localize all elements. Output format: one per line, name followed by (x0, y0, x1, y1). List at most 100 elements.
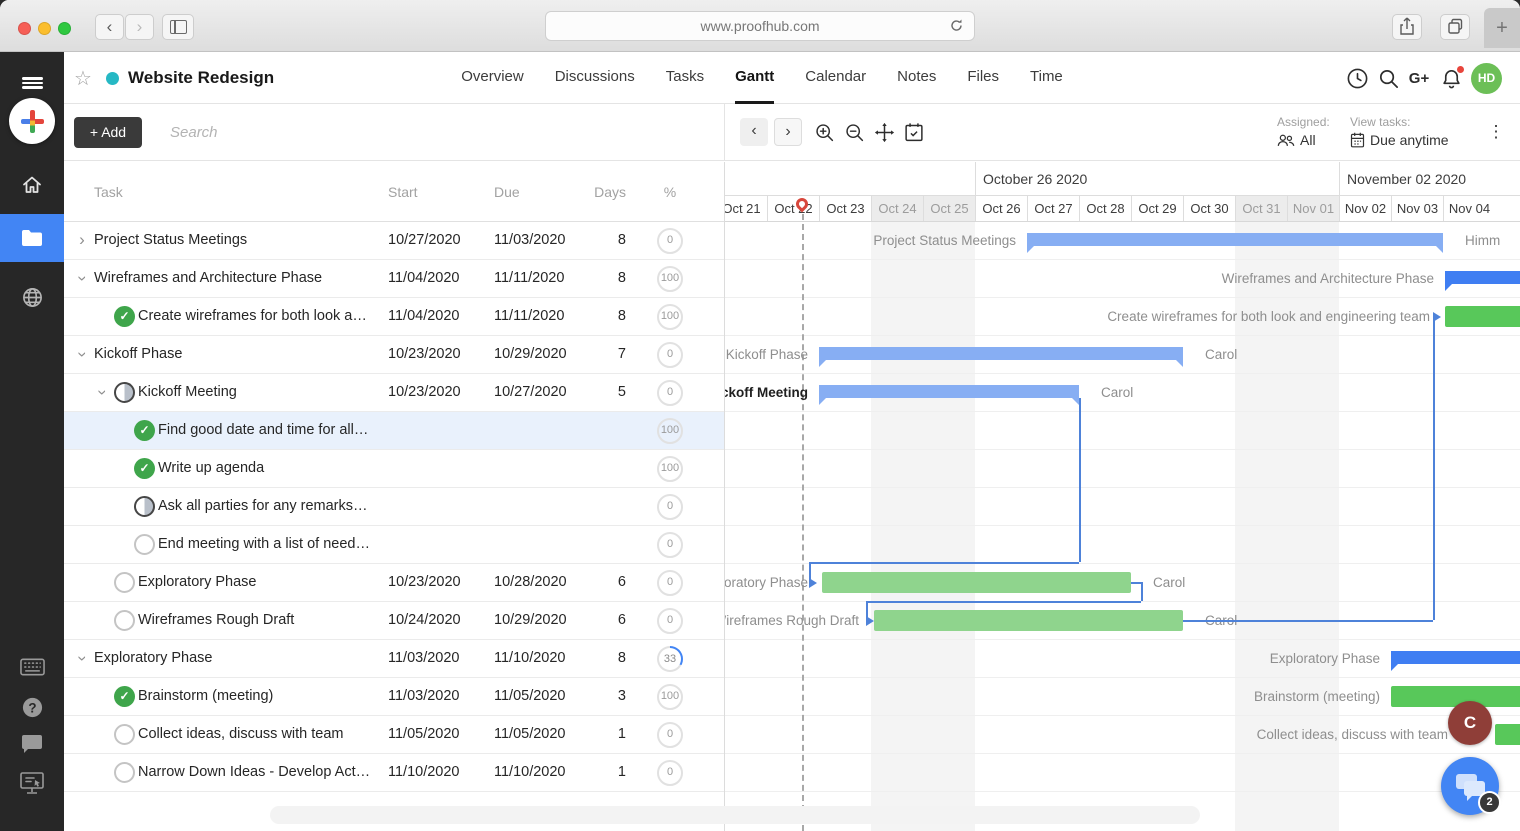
zoom-in-icon[interactable] (814, 122, 835, 143)
status-done-icon[interactable]: ✓ (114, 306, 135, 327)
sidebar-item-shortcuts[interactable] (0, 648, 64, 686)
avatar[interactable]: HD (1471, 63, 1502, 94)
maximize-window-button[interactable] (58, 22, 71, 35)
table-row[interactable]: ✓Find good date and time for all…100 (64, 412, 724, 450)
percent-badge: 0 (657, 608, 683, 634)
favorite-star-icon[interactable]: ☆ (74, 66, 92, 91)
sidebar-item-help[interactable]: ? (0, 688, 64, 726)
table-row[interactable]: ✓Write up agenda100 (64, 450, 724, 488)
close-window-button[interactable] (18, 22, 31, 35)
quick-add-button[interactable] (9, 98, 55, 144)
connector-arrow-icon (866, 616, 874, 626)
search-icon[interactable] (1377, 67, 1401, 91)
new-tab-button[interactable]: + (1484, 8, 1520, 48)
status-done-icon[interactable]: ✓ (114, 686, 135, 707)
gantt-bar[interactable] (1445, 306, 1520, 327)
gantt-bar[interactable] (874, 610, 1183, 631)
assigned-filter[interactable]: Assigned: All (1277, 104, 1330, 161)
gantt-bar[interactable] (819, 385, 1079, 398)
screen-share-icon (20, 772, 44, 794)
status-empty-icon[interactable] (134, 534, 155, 555)
calendar-check-icon[interactable] (904, 122, 925, 143)
table-row[interactable]: Collect ideas, discuss with team11/05/20… (64, 716, 724, 754)
gantt-prev-button[interactable]: ‹ (740, 118, 768, 146)
gantt-bar[interactable] (819, 347, 1183, 360)
day-header: Oct 22 (767, 196, 819, 222)
table-row[interactable]: ›Kickoff Meeting10/23/202010/27/202050 (64, 374, 724, 412)
address-bar[interactable]: www.proofhub.com (545, 11, 975, 41)
tab-overview-button[interactable] (1440, 14, 1470, 40)
table-row[interactable]: Ask all parties for any remarks…0 (64, 488, 724, 526)
gantt-bar[interactable] (1027, 233, 1443, 246)
table-row[interactable]: ›Exploratory Phase11/03/202011/10/202083… (64, 640, 724, 678)
tab-overview[interactable]: Overview (461, 52, 524, 104)
status-half-icon[interactable] (134, 496, 155, 517)
gantt-next-button[interactable]: › (774, 118, 802, 146)
tab-calendar[interactable]: Calendar (805, 52, 866, 104)
calendar-icon (1350, 132, 1365, 148)
chevron-right-icon[interactable]: › (74, 222, 90, 259)
percent-badge: 0 (657, 228, 683, 254)
gantt-bar[interactable] (1391, 686, 1520, 707)
tab-files[interactable]: Files (967, 52, 999, 104)
table-row[interactable]: ›Kickoff Phase10/23/202010/29/202070 (64, 336, 724, 374)
table-row[interactable]: ✓Create wireframes for both look a…11/04… (64, 298, 724, 336)
gantt-bar[interactable] (1495, 724, 1520, 745)
refresh-icon[interactable] (949, 18, 964, 33)
table-row[interactable]: Narrow Down Ideas - Develop Act…11/10/20… (64, 754, 724, 792)
timer-icon[interactable] (1346, 67, 1370, 91)
menu-icon[interactable] (0, 64, 64, 102)
more-options-kebab-icon[interactable]: ⋮ (1484, 120, 1508, 144)
connector-line (1433, 317, 1435, 620)
sidebar-item-projects[interactable] (0, 214, 64, 262)
view-tasks-filter[interactable]: View tasks: Due anytime (1350, 104, 1449, 161)
sidebar-item-feedback[interactable] (0, 726, 64, 764)
sidebar-toggle-button[interactable] (162, 14, 194, 40)
tab-tasks[interactable]: Tasks (666, 52, 704, 104)
status-done-icon[interactable]: ✓ (134, 420, 155, 441)
invite-icon[interactable]: G+ (1407, 67, 1431, 91)
status-empty-icon[interactable] (114, 572, 135, 593)
table-row[interactable]: ›Project Status Meetings10/27/202011/03/… (64, 222, 724, 260)
table-row[interactable]: ›Wireframes and Architecture Phase11/04/… (64, 260, 724, 298)
gantt-bar[interactable] (822, 572, 1131, 593)
status-empty-icon[interactable] (114, 762, 135, 783)
minimize-window-button[interactable] (38, 22, 51, 35)
browser-back-button[interactable]: ‹ (95, 14, 124, 40)
task-due: 11/10/2020 (494, 754, 584, 791)
status-empty-icon[interactable] (114, 610, 135, 631)
task-rows: ›Project Status Meetings10/27/202011/03/… (64, 222, 724, 792)
horizontal-scrollbar[interactable] (270, 806, 1200, 824)
tab-gantt[interactable]: Gantt (735, 52, 774, 104)
browser-forward-button[interactable]: › (125, 14, 154, 40)
sidebar-item-demo[interactable] (0, 764, 64, 802)
table-row[interactable]: End meeting with a list of need…0 (64, 526, 724, 564)
table-row[interactable]: Exploratory Phase10/23/202010/28/202060 (64, 564, 724, 602)
collaborator-avatar[interactable]: C (1448, 701, 1492, 745)
status-done-icon[interactable]: ✓ (134, 458, 155, 479)
column-percent: % (644, 162, 696, 222)
assigned-label: Assigned: (1277, 115, 1330, 129)
sidebar-item-home[interactable] (0, 166, 64, 204)
status-half-icon[interactable] (114, 382, 135, 403)
table-row[interactable]: ✓Brainstorm (meeting)11/03/202011/05/202… (64, 678, 724, 716)
table-row[interactable]: Wireframes Rough Draft10/24/202010/29/20… (64, 602, 724, 640)
notifications-bell-icon[interactable] (1440, 67, 1464, 91)
task-start: 11/03/2020 (388, 678, 478, 715)
bar-label: Project Status Meetings (873, 222, 1016, 260)
search-input[interactable] (170, 117, 460, 148)
tab-notes[interactable]: Notes (897, 52, 936, 104)
bar-label: Kickoff Meeting (725, 374, 808, 412)
gantt-bar[interactable] (1445, 271, 1520, 284)
add-button[interactable]: + Add (74, 117, 142, 148)
day-header: Nov 02 (1339, 196, 1391, 222)
bar-label: Brainstorm (meeting) (1254, 678, 1380, 716)
sidebar-item-global[interactable] (0, 278, 64, 316)
zoom-out-icon[interactable] (844, 122, 865, 143)
tab-discussions[interactable]: Discussions (555, 52, 635, 104)
status-empty-icon[interactable] (114, 724, 135, 745)
move-pan-icon[interactable] (874, 122, 895, 143)
share-button[interactable] (1392, 14, 1422, 40)
gantt-bar[interactable] (1391, 651, 1520, 664)
tab-time[interactable]: Time (1030, 52, 1063, 104)
